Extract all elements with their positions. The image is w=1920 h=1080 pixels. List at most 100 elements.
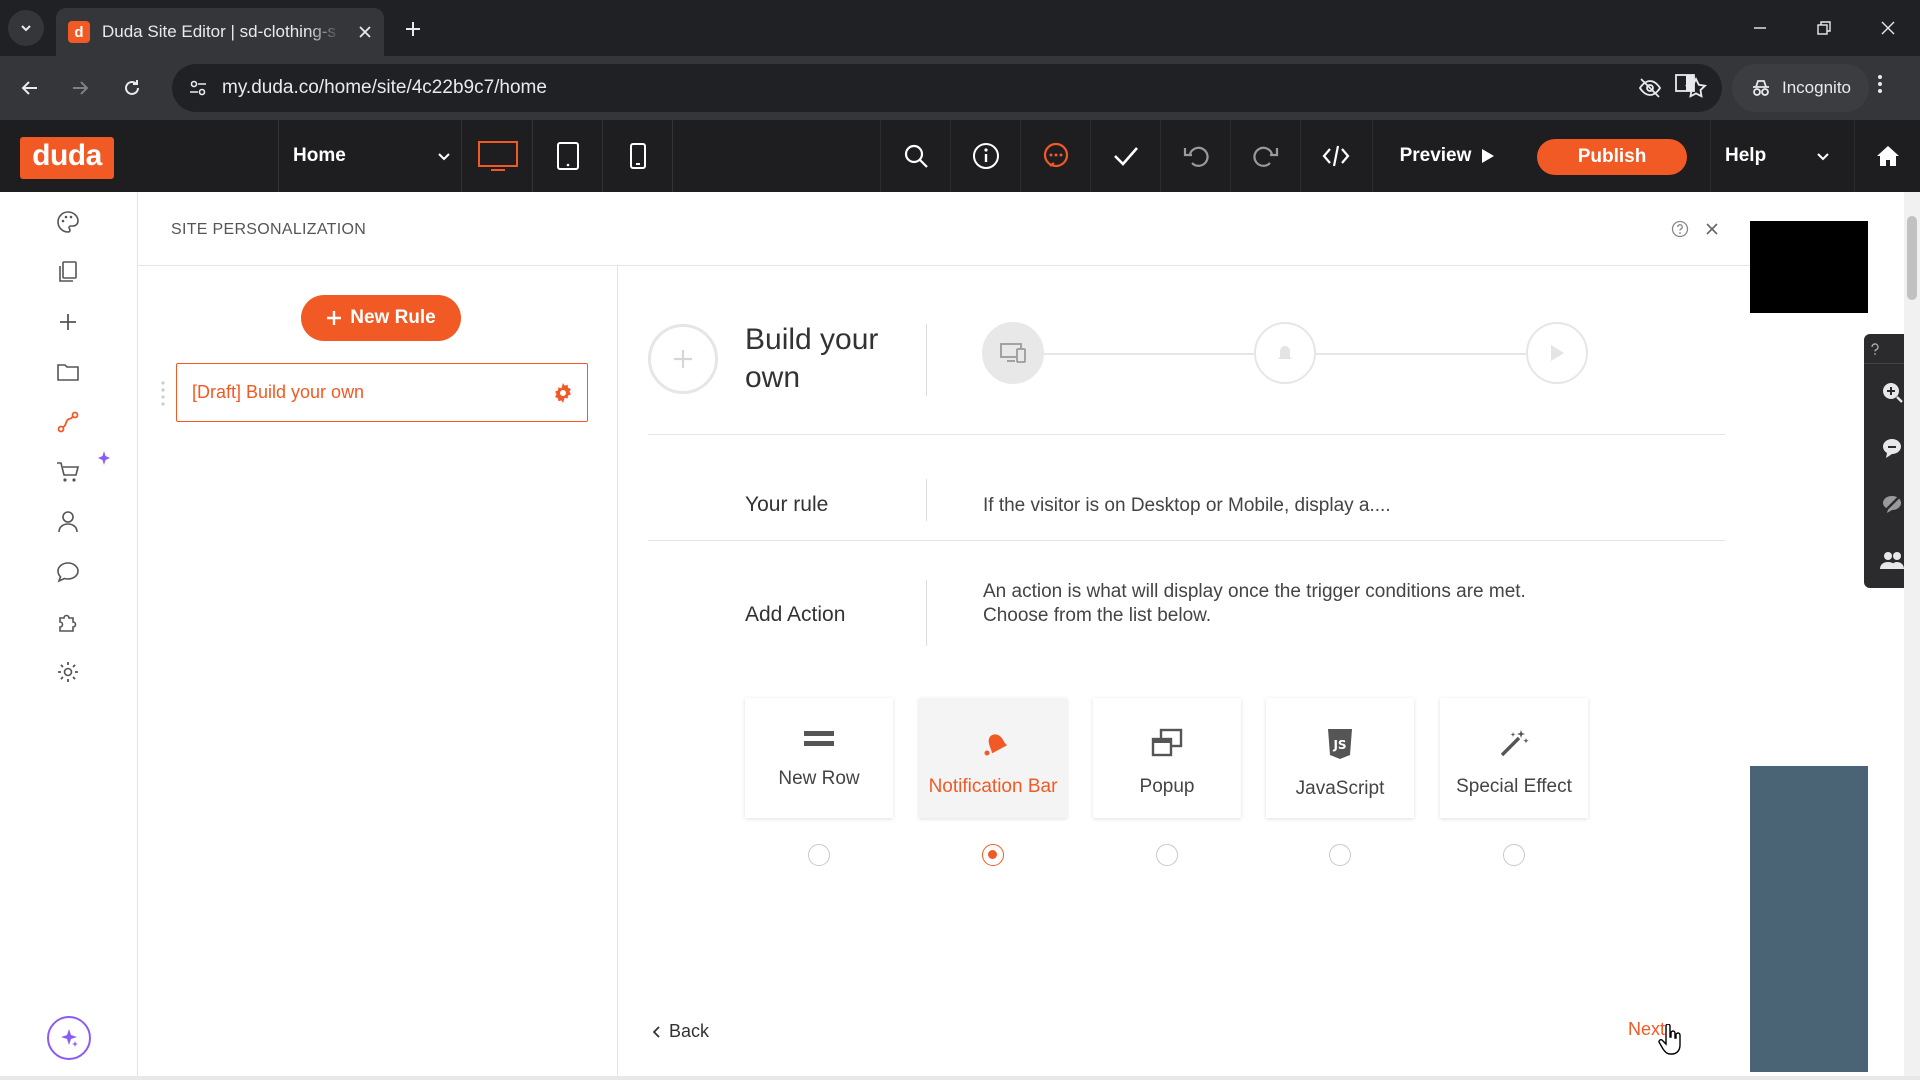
your-rule-label: Your rule bbox=[745, 493, 829, 516]
comments-button[interactable] bbox=[1020, 120, 1090, 192]
help-menu[interactable]: Help bbox=[1710, 120, 1840, 192]
sidebar-item-store[interactable] bbox=[54, 458, 82, 486]
back-button[interactable]: Back bbox=[653, 1021, 709, 1042]
hand-cursor-icon bbox=[1658, 1024, 1684, 1056]
chevron-left-icon bbox=[653, 1025, 660, 1038]
rule-item[interactable]: [Draft] Build your own bbox=[176, 363, 588, 422]
redo-button[interactable] bbox=[1230, 120, 1300, 192]
progress-step-action[interactable] bbox=[1254, 322, 1316, 384]
new-tab-button[interactable] bbox=[398, 14, 428, 44]
search-button[interactable] bbox=[880, 120, 950, 192]
back-nav-button[interactable] bbox=[14, 72, 46, 104]
desktop-view-button[interactable] bbox=[463, 120, 533, 192]
site-header-block bbox=[1750, 221, 1868, 313]
back-label: Back bbox=[669, 1021, 710, 1041]
sidebar-item-pages[interactable] bbox=[54, 258, 82, 286]
tab-close-button[interactable] bbox=[358, 25, 372, 39]
action-card-notification-bar[interactable]: Notification Bar bbox=[919, 698, 1067, 818]
code-icon bbox=[1322, 145, 1349, 167]
action-radio-special-effect[interactable] bbox=[1503, 844, 1525, 866]
action-card-label: JavaScript bbox=[1295, 778, 1385, 799]
toolbar-help-icon[interactable] bbox=[1870, 342, 1880, 355]
your-rule-text: If the visitor is on Desktop or Mobile, … bbox=[983, 495, 1391, 516]
mobile-view-button[interactable] bbox=[603, 120, 673, 192]
sidebar-item-apps[interactable] bbox=[54, 608, 82, 636]
restore-button[interactable] bbox=[1792, 0, 1856, 56]
add-action-description-line2: Choose from the list below. bbox=[983, 605, 1212, 626]
rule-title: Build your own bbox=[745, 323, 879, 394]
progress-step-publish[interactable] bbox=[1526, 322, 1588, 384]
omnibox[interactable]: my.duda.co/home/site/4c22b9c7/home bbox=[172, 64, 1722, 112]
canvas-scrollbar[interactable] bbox=[1904, 192, 1920, 1080]
add-action-description: An action is what will display once the … bbox=[983, 580, 1526, 628]
popup-icon bbox=[1151, 728, 1183, 757]
gear-icon bbox=[58, 662, 78, 682]
forward-nav-button[interactable] bbox=[64, 72, 96, 104]
publish-button[interactable]: Publish bbox=[1537, 139, 1687, 175]
sidebar-item-comments[interactable] bbox=[54, 558, 82, 586]
new-rule-button[interactable]: New Rule bbox=[301, 295, 461, 341]
tab-search-button[interactable] bbox=[8, 10, 44, 46]
bell-icon bbox=[984, 734, 1008, 756]
divider bbox=[926, 479, 927, 521]
action-card-popup[interactable]: Popup bbox=[1093, 698, 1241, 818]
ai-assistant-button[interactable] bbox=[47, 1016, 91, 1060]
panel-help-button[interactable] bbox=[1671, 220, 1689, 238]
preview-button[interactable]: Preview bbox=[1372, 120, 1522, 192]
page-selector-value: Home bbox=[293, 145, 346, 166]
side-panel-icon bbox=[1675, 74, 1695, 92]
svg-text:JS: JS bbox=[1332, 738, 1346, 752]
side-panel-button[interactable] bbox=[1674, 72, 1696, 94]
sidebar-item-add[interactable] bbox=[54, 308, 82, 336]
sidebar-item-design[interactable] bbox=[54, 208, 82, 236]
incognito-badge[interactable]: Incognito bbox=[1732, 64, 1869, 112]
dashboard-home-button[interactable] bbox=[1854, 120, 1920, 192]
action-card-label: Special Effect bbox=[1456, 776, 1572, 797]
window-close-button[interactable] bbox=[1856, 0, 1920, 56]
tablet-icon bbox=[556, 142, 579, 170]
gear-icon bbox=[555, 382, 571, 403]
sidebar-item-personalization[interactable] bbox=[54, 408, 82, 436]
page-selector[interactable]: Home bbox=[278, 120, 462, 192]
rule-settings-button[interactable] bbox=[553, 382, 573, 403]
editor-toolbar: duda Home Preview Publish Help bbox=[0, 120, 1920, 192]
progress-step-device[interactable] bbox=[982, 322, 1044, 384]
checkmark-icon bbox=[1113, 147, 1138, 166]
browser-menu-button[interactable] bbox=[1876, 72, 1884, 96]
eye-off-icon[interactable] bbox=[1638, 76, 1662, 100]
drag-handle-icon[interactable] bbox=[160, 380, 166, 406]
developer-mode-button[interactable] bbox=[1300, 120, 1370, 192]
site-canvas bbox=[1750, 192, 1904, 1080]
checklist-button[interactable] bbox=[1090, 120, 1160, 192]
panel-close-button[interactable] bbox=[1704, 221, 1720, 237]
minimize-button[interactable] bbox=[1728, 0, 1792, 56]
add-action-label: Add Action bbox=[745, 603, 846, 626]
info-button[interactable] bbox=[950, 120, 1020, 192]
sidebar-item-members[interactable] bbox=[54, 508, 82, 536]
magic-wand-icon bbox=[1500, 730, 1529, 757]
redo-icon bbox=[1252, 146, 1278, 167]
action-card-javascript[interactable]: JS JavaScript bbox=[1266, 698, 1414, 818]
reload-button[interactable] bbox=[116, 72, 148, 104]
sidebar-item-settings[interactable] bbox=[54, 658, 82, 686]
duda-logo[interactable]: duda bbox=[20, 137, 114, 179]
action-card-new-row[interactable]: New Row bbox=[745, 698, 893, 818]
panel-header: SITE PERSONALIZATION bbox=[138, 192, 1750, 266]
sparkle-badge-icon bbox=[96, 450, 112, 466]
reload-icon bbox=[125, 80, 139, 95]
action-card-special-effect[interactable]: Special Effect bbox=[1440, 698, 1588, 818]
arrow-left-icon bbox=[21, 81, 37, 95]
sidebar-item-content[interactable] bbox=[54, 358, 82, 386]
undo-button[interactable] bbox=[1160, 120, 1230, 192]
action-radio-new-row[interactable] bbox=[808, 844, 830, 866]
minimize-icon bbox=[1754, 27, 1766, 29]
tablet-view-button[interactable] bbox=[533, 120, 603, 192]
browser-tab-active[interactable]: d Duda Site Editor | sd-clothing-s bbox=[56, 8, 384, 56]
action-radio-notification-bar[interactable] bbox=[982, 844, 1004, 866]
user-icon bbox=[58, 511, 78, 533]
action-radio-popup[interactable] bbox=[1156, 844, 1178, 866]
scrollbar-thumb[interactable] bbox=[1907, 216, 1917, 300]
action-radio-javascript[interactable] bbox=[1329, 844, 1351, 866]
plus-icon bbox=[674, 350, 692, 368]
action-card-label: Notification Bar bbox=[928, 776, 1058, 797]
